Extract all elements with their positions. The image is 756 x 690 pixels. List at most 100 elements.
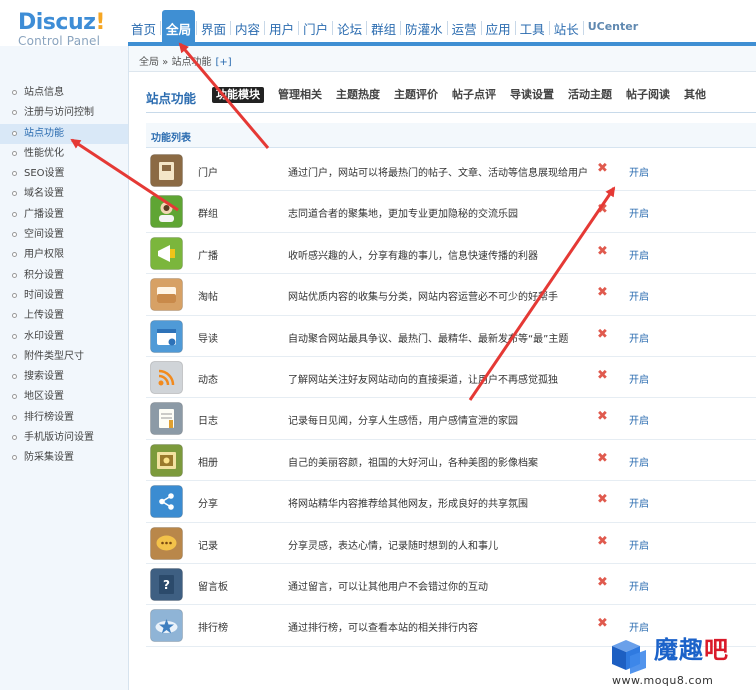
feature-description: 自动聚合网站最具争议、最热门、最精华、最新发布等“最”主题 [288,333,569,345]
nav-item-10[interactable]: 应用 [483,10,514,46]
nav-item-7[interactable]: 群组 [368,10,399,46]
nav-item-1[interactable]: 全局 [162,10,196,46]
tab-7[interactable]: 帖子阅读 [626,87,670,103]
nav-separator [582,21,584,35]
enable-link[interactable]: 开启 [629,205,649,220]
feature-description: 收听感兴趣的人，分享有趣的事儿，信息快速传播的利器 [288,250,538,262]
sidebar-item-1[interactable]: 注册与访问控制 [0,103,128,123]
nav-item-3[interactable]: 内容 [232,10,263,46]
enable-link[interactable]: 开启 [629,164,649,179]
watermark-url: www.moqu8.com [612,674,714,687]
disabled-status-icon: ✖ [597,285,608,301]
svg-text:?: ? [163,578,170,592]
nav-separator [332,21,334,35]
sidebar-item-11[interactable]: 上传设置 [0,306,128,326]
sidebar-item-label: 广播设置 [24,208,64,220]
enable-link[interactable]: 开启 [629,578,649,593]
bullet-icon [12,150,17,156]
enable-link[interactable]: 开启 [629,412,649,427]
nav-separator [230,21,232,35]
sidebar-menu: 站点信息注册与访问控制站点功能性能优化 SEO设置 域名设置广播设置空间设置 用户权限… [0,83,128,469]
header: Discuz! Control Panel 首页 全局 界面 内容 用户 门户 论坛 群组 防灌… [0,0,756,49]
nav-separator [548,21,550,35]
enable-link[interactable]: 开启 [629,454,649,469]
bullet-icon [12,110,17,116]
tab-4[interactable]: 帖子点评 [452,87,496,103]
section-tabs: 功能模块 管理相关 主题热度 主题评价 帖子点评 导读设置 活动主题 帖子阅读 其他 [212,87,720,103]
nav-separator [514,21,516,35]
enable-link[interactable]: 开启 [629,330,649,345]
disabled-status-icon: ✖ [597,367,608,383]
sidebar-item-label: 排行榜设置 [24,411,74,423]
tab-2[interactable]: 主题热度 [336,87,380,103]
nav-item-6[interactable]: 论坛 [334,10,365,46]
sidebar-item-6[interactable]: 广播设置 [0,205,128,225]
sidebar-item-label: 地区设置 [24,391,64,403]
bullet-icon [12,232,17,238]
nav-separator [480,21,482,35]
breadcrumb-path[interactable]: 全局 » 站点功能 [139,57,211,68]
sidebar-item-2[interactable]: 站点功能 [0,123,128,144]
sidebar-item-9[interactable]: 积分设置 [0,266,128,286]
nav-item-12[interactable]: 站长 [551,10,582,46]
sidebar-item-label: 水印设置 [24,330,64,342]
sidebar-item-16[interactable]: 排行榜设置 [0,408,128,428]
nav-item-0[interactable]: 首页 [128,10,159,46]
nav-item-8[interactable]: 防灌水 [402,10,446,46]
feature-description: 通过排行榜，可以查看本站的相关排行内容 [288,623,478,635]
tab-1[interactable]: 管理相关 [278,87,322,103]
feature-name: 留言板 [198,581,228,593]
sidebar-item-label: 性能优化 [24,147,64,159]
sidebar-item-18[interactable]: 防采集设置 [0,448,128,468]
table-row: 导读 自动聚合网站最具争议、最热门、最精华、最新发布等“最”主题 ✖ 开启 [146,316,756,357]
feature-name: 门户 [198,168,218,179]
collection-icon [150,278,183,312]
feature-description: 自己的美丽容颜，祖国的大好河山，各种美图的影像档案 [288,457,538,469]
enable-link[interactable]: 开启 [629,288,649,303]
sidebar-item-17[interactable]: 手机版访问设置 [0,428,128,448]
bullet-icon [12,313,17,319]
sidebar-item-13[interactable]: 附件类型尺寸 [0,347,128,367]
sidebar-item-15[interactable]: 地区设置 [0,387,128,407]
tab-5[interactable]: 导读设置 [510,87,554,103]
sidebar-item-label: 防采集设置 [24,452,74,464]
discuz-logo[interactable]: Discuz! Control Panel [18,12,118,49]
nav-separator [298,21,300,35]
bullet-icon [12,171,17,177]
sidebar-item-12[interactable]: 水印设置 [0,327,128,347]
blog-icon [150,402,183,436]
breadcrumb-add-button[interactable]: [+] [215,57,231,68]
feature-description: 通过留言，可以让其他用户不会错过你的互动 [288,581,488,593]
nav-separator [446,21,448,35]
nav-item-9[interactable]: 运营 [449,10,480,46]
disabled-status-icon: ✖ [597,492,608,508]
nav-separator [160,21,162,35]
sidebar-item-label: 站点信息 [24,87,64,98]
enable-link[interactable]: 开启 [629,371,649,386]
nav-item-4[interactable]: 用户 [266,10,297,46]
nav-item-2[interactable]: 界面 [198,10,229,46]
sidebar-item-label: 站点功能 [24,127,64,139]
sidebar-item-8[interactable]: 用户权限 [0,245,128,265]
disabled-status-icon: ✖ [597,450,608,466]
tab-8[interactable]: 其他 [684,87,706,103]
sidebar-item-7[interactable]: 空间设置 [0,225,128,245]
sidebar-item-4[interactable]: SEO设置 [0,164,128,184]
nav-item-13[interactable]: UCenter [585,10,641,46]
sidebar-item-10[interactable]: 时间设置 [0,286,128,306]
bullet-icon [12,252,17,258]
sidebar-item-0[interactable]: 站点信息 [0,83,128,103]
enable-link[interactable]: 开启 [629,247,649,262]
tab-0[interactable]: 功能模块 [212,87,264,103]
sidebar-item-5[interactable]: 域名设置 [0,184,128,204]
table-row: 群组 志同道合者的聚集地，更加专业更加隐秘的交流乐园 ✖ 开启 [146,191,756,233]
sidebar-item-3[interactable]: 性能优化 [0,144,128,164]
tab-3[interactable]: 主题评价 [394,87,438,103]
enable-link[interactable]: 开启 [629,537,649,552]
tab-6[interactable]: 活动主题 [568,87,612,103]
sidebar-item-14[interactable]: 搜索设置 [0,367,128,387]
bullet-icon [12,333,17,339]
nav-item-11[interactable]: 工具 [517,10,548,46]
enable-link[interactable]: 开启 [629,495,649,510]
nav-item-5[interactable]: 门户 [300,10,331,46]
